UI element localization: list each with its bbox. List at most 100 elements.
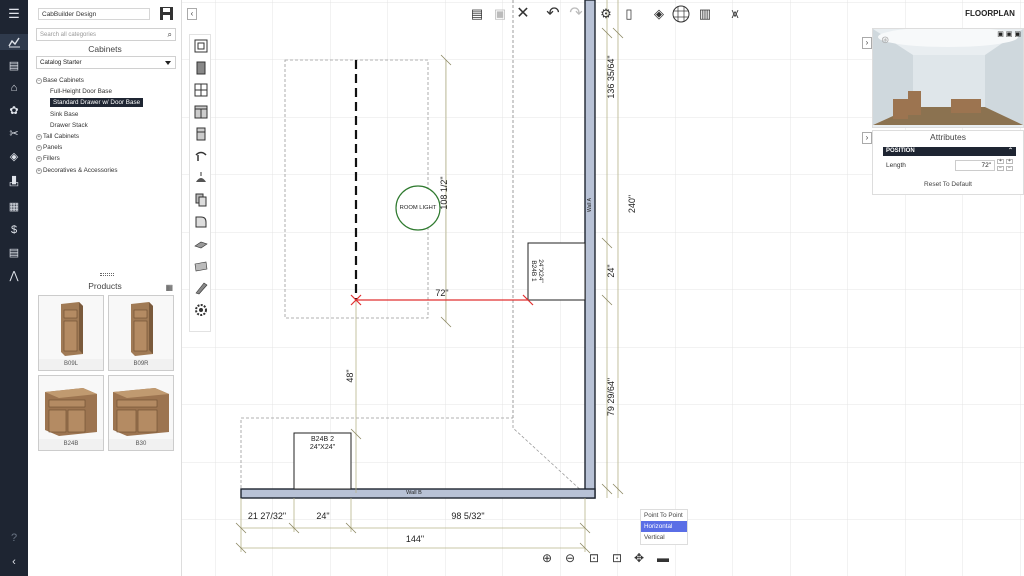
- undo-icon[interactable]: ↶: [544, 5, 562, 23]
- tree-item-standard-drawer-door-base[interactable]: Standard Drawer w/ Door Base: [36, 97, 178, 108]
- zoom-out-icon[interactable]: ⊖: [562, 550, 578, 566]
- view-side-icon[interactable]: ▣: [1006, 31, 1013, 38]
- position-section-header[interactable]: POSITION ⌃: [883, 147, 1016, 156]
- help-icon[interactable]: ?: [6, 530, 22, 546]
- close-icon[interactable]: ✕: [514, 5, 532, 23]
- resize-handle[interactable]: [100, 273, 114, 276]
- search-icon[interactable]: ⌕: [168, 29, 172, 41]
- zoom-in-icon[interactable]: ⊕: [539, 550, 555, 566]
- decrement-button[interactable]: −: [997, 166, 1004, 171]
- settings-page-icon[interactable]: ⚙: [597, 5, 615, 23]
- tree-item-tall-cabinets[interactable]: + Tall Cabinets: [36, 131, 178, 142]
- window-tool-icon[interactable]: [194, 39, 208, 53]
- grid-toggle-icon[interactable]: [672, 5, 690, 23]
- catalog-select[interactable]: Catalog Starter: [36, 56, 176, 69]
- dimension-label[interactable]: 98 5/32": [444, 511, 492, 521]
- report-icon[interactable]: ▤: [6, 245, 22, 261]
- compass-icon[interactable]: ⋀: [6, 268, 22, 284]
- measure-compass-icon[interactable]: ⩙: [726, 5, 744, 23]
- search-input[interactable]: Search all categories ⌕: [36, 28, 176, 41]
- tree-item-fillers[interactable]: + Fillers: [36, 153, 178, 164]
- dimension-label[interactable]: 240": [627, 189, 637, 219]
- expand-preview-button[interactable]: ›: [862, 37, 872, 49]
- increment-large-button[interactable]: +: [1006, 159, 1013, 164]
- product-card-b09r[interactable]: B09R: [108, 295, 174, 371]
- snap-option-horizontal[interactable]: Horizontal: [641, 521, 687, 532]
- faucet-tool-icon[interactable]: [194, 149, 208, 163]
- palette-icon[interactable]: ✿: [6, 103, 22, 119]
- wall-b-label[interactable]: Wall B: [402, 490, 426, 496]
- chart-icon[interactable]: [0, 34, 28, 50]
- expand-attributes-button[interactable]: ›: [862, 132, 872, 144]
- length-input[interactable]: 72": [955, 160, 995, 171]
- layers-icon[interactable]: ◈: [6, 149, 22, 165]
- wall-a-label[interactable]: Wall A: [587, 193, 593, 217]
- tree-item-panels[interactable]: + Panels: [36, 142, 178, 153]
- tools-icon[interactable]: ✂: [6, 126, 22, 142]
- elevation-view-icon[interactable]: ▥: [696, 5, 714, 23]
- tree-item-full-height-door-base[interactable]: Full-Height Door Base: [36, 86, 178, 97]
- brush-icon[interactable]: ⌂: [6, 80, 22, 96]
- back-arrow-icon[interactable]: ‹: [6, 554, 22, 570]
- snap-option-vertical[interactable]: Vertical: [641, 532, 687, 543]
- molding-tool-icon[interactable]: [194, 281, 208, 295]
- dimension-label[interactable]: 79 29/64": [606, 374, 616, 420]
- 3d-preview[interactable]: ▣ ▣ ▣ ⊛: [872, 27, 1024, 128]
- document-icon[interactable]: ▤: [6, 58, 22, 74]
- copy-tool-icon[interactable]: [194, 193, 208, 207]
- orbit-icon[interactable]: ⊛: [881, 35, 889, 46]
- decrement-large-button[interactable]: −: [1006, 166, 1013, 171]
- reset-to-default-button[interactable]: Reset To Default: [873, 181, 1023, 188]
- collapse-icon[interactable]: −: [36, 78, 42, 84]
- expand-icon[interactable]: +: [36, 167, 42, 174]
- cabinet-b24b-2-label[interactable]: B24B 2 24"X24": [294, 436, 351, 452]
- dimension-label[interactable]: 136 35/64": [606, 54, 616, 100]
- tree-item-base-cabinets[interactable]: − Base Cabinets: [36, 75, 178, 86]
- dollar-icon[interactable]: $: [6, 222, 22, 238]
- menu-icon[interactable]: ☰: [6, 6, 22, 22]
- settings-gear-icon[interactable]: [194, 303, 208, 317]
- door-view-icon[interactable]: ▯: [620, 5, 638, 23]
- dimension-label[interactable]: 108 1/2": [439, 173, 449, 213]
- zoom-extents-icon[interactable]: ⊡: [586, 550, 602, 566]
- countertop-tool-icon[interactable]: [194, 237, 208, 251]
- tree-item-sink-base[interactable]: Sink Base: [36, 109, 178, 120]
- layers-view-icon[interactable]: ◈: [650, 5, 668, 23]
- light-tool-icon[interactable]: [194, 171, 208, 185]
- measure-length-label[interactable]: 72": [430, 288, 454, 298]
- expand-icon[interactable]: +: [36, 145, 42, 152]
- product-card-b24b[interactable]: B24B: [38, 375, 104, 451]
- dimension-label[interactable]: 48": [345, 364, 355, 388]
- zoom-selection-icon[interactable]: ⊡: [609, 550, 625, 566]
- fullscreen-icon[interactable]: ▣: [1014, 31, 1021, 38]
- clipboard-icon[interactable]: ▤: [468, 5, 486, 23]
- room-light-label[interactable]: ROOM LIGHT: [396, 205, 440, 211]
- snap-option-point-to-point[interactable]: Point To Point: [641, 510, 687, 521]
- cabinet-b24b-1-label[interactable]: 24"X24" B24B 1: [530, 251, 544, 291]
- ruler-icon[interactable]: ▬: [655, 550, 671, 566]
- dimension-label[interactable]: 144": [400, 534, 430, 544]
- cabinet-tool-icon[interactable]: [194, 105, 208, 119]
- expand-icon[interactable]: +: [36, 156, 42, 163]
- grid-icon[interactable]: ▦: [6, 199, 22, 215]
- product-card-b09l[interactable]: B09L: [38, 295, 104, 371]
- dimension-label[interactable]: 24": [606, 259, 616, 283]
- pan-icon[interactable]: ✥: [631, 550, 647, 566]
- project-name-field[interactable]: CabBuilder Design: [38, 8, 150, 20]
- tree-item-drawer-stack[interactable]: Drawer Stack: [36, 120, 178, 131]
- dimension-label[interactable]: 24": [310, 511, 336, 521]
- view-front-icon[interactable]: ▣: [997, 31, 1004, 38]
- chevron-up-icon[interactable]: ⌃: [1008, 147, 1013, 156]
- increment-button[interactable]: +: [997, 159, 1004, 164]
- tree-item-decoratives[interactable]: + Decoratives & Accessories: [36, 165, 178, 176]
- redo-icon[interactable]: ↷: [567, 5, 585, 23]
- product-card-b30[interactable]: B30: [108, 375, 174, 451]
- grid-window-tool-icon[interactable]: [194, 83, 208, 97]
- expand-icon[interactable]: +: [36, 133, 42, 140]
- paste-icon[interactable]: ▣: [491, 5, 509, 23]
- door-tool-icon[interactable]: [194, 61, 208, 75]
- collapse-left-panel-button[interactable]: ‹: [187, 8, 197, 20]
- panel-tool-icon[interactable]: [194, 259, 208, 273]
- tall-cabinet-tool-icon[interactable]: [194, 127, 208, 141]
- id-card-icon[interactable]: ▭: [6, 176, 22, 192]
